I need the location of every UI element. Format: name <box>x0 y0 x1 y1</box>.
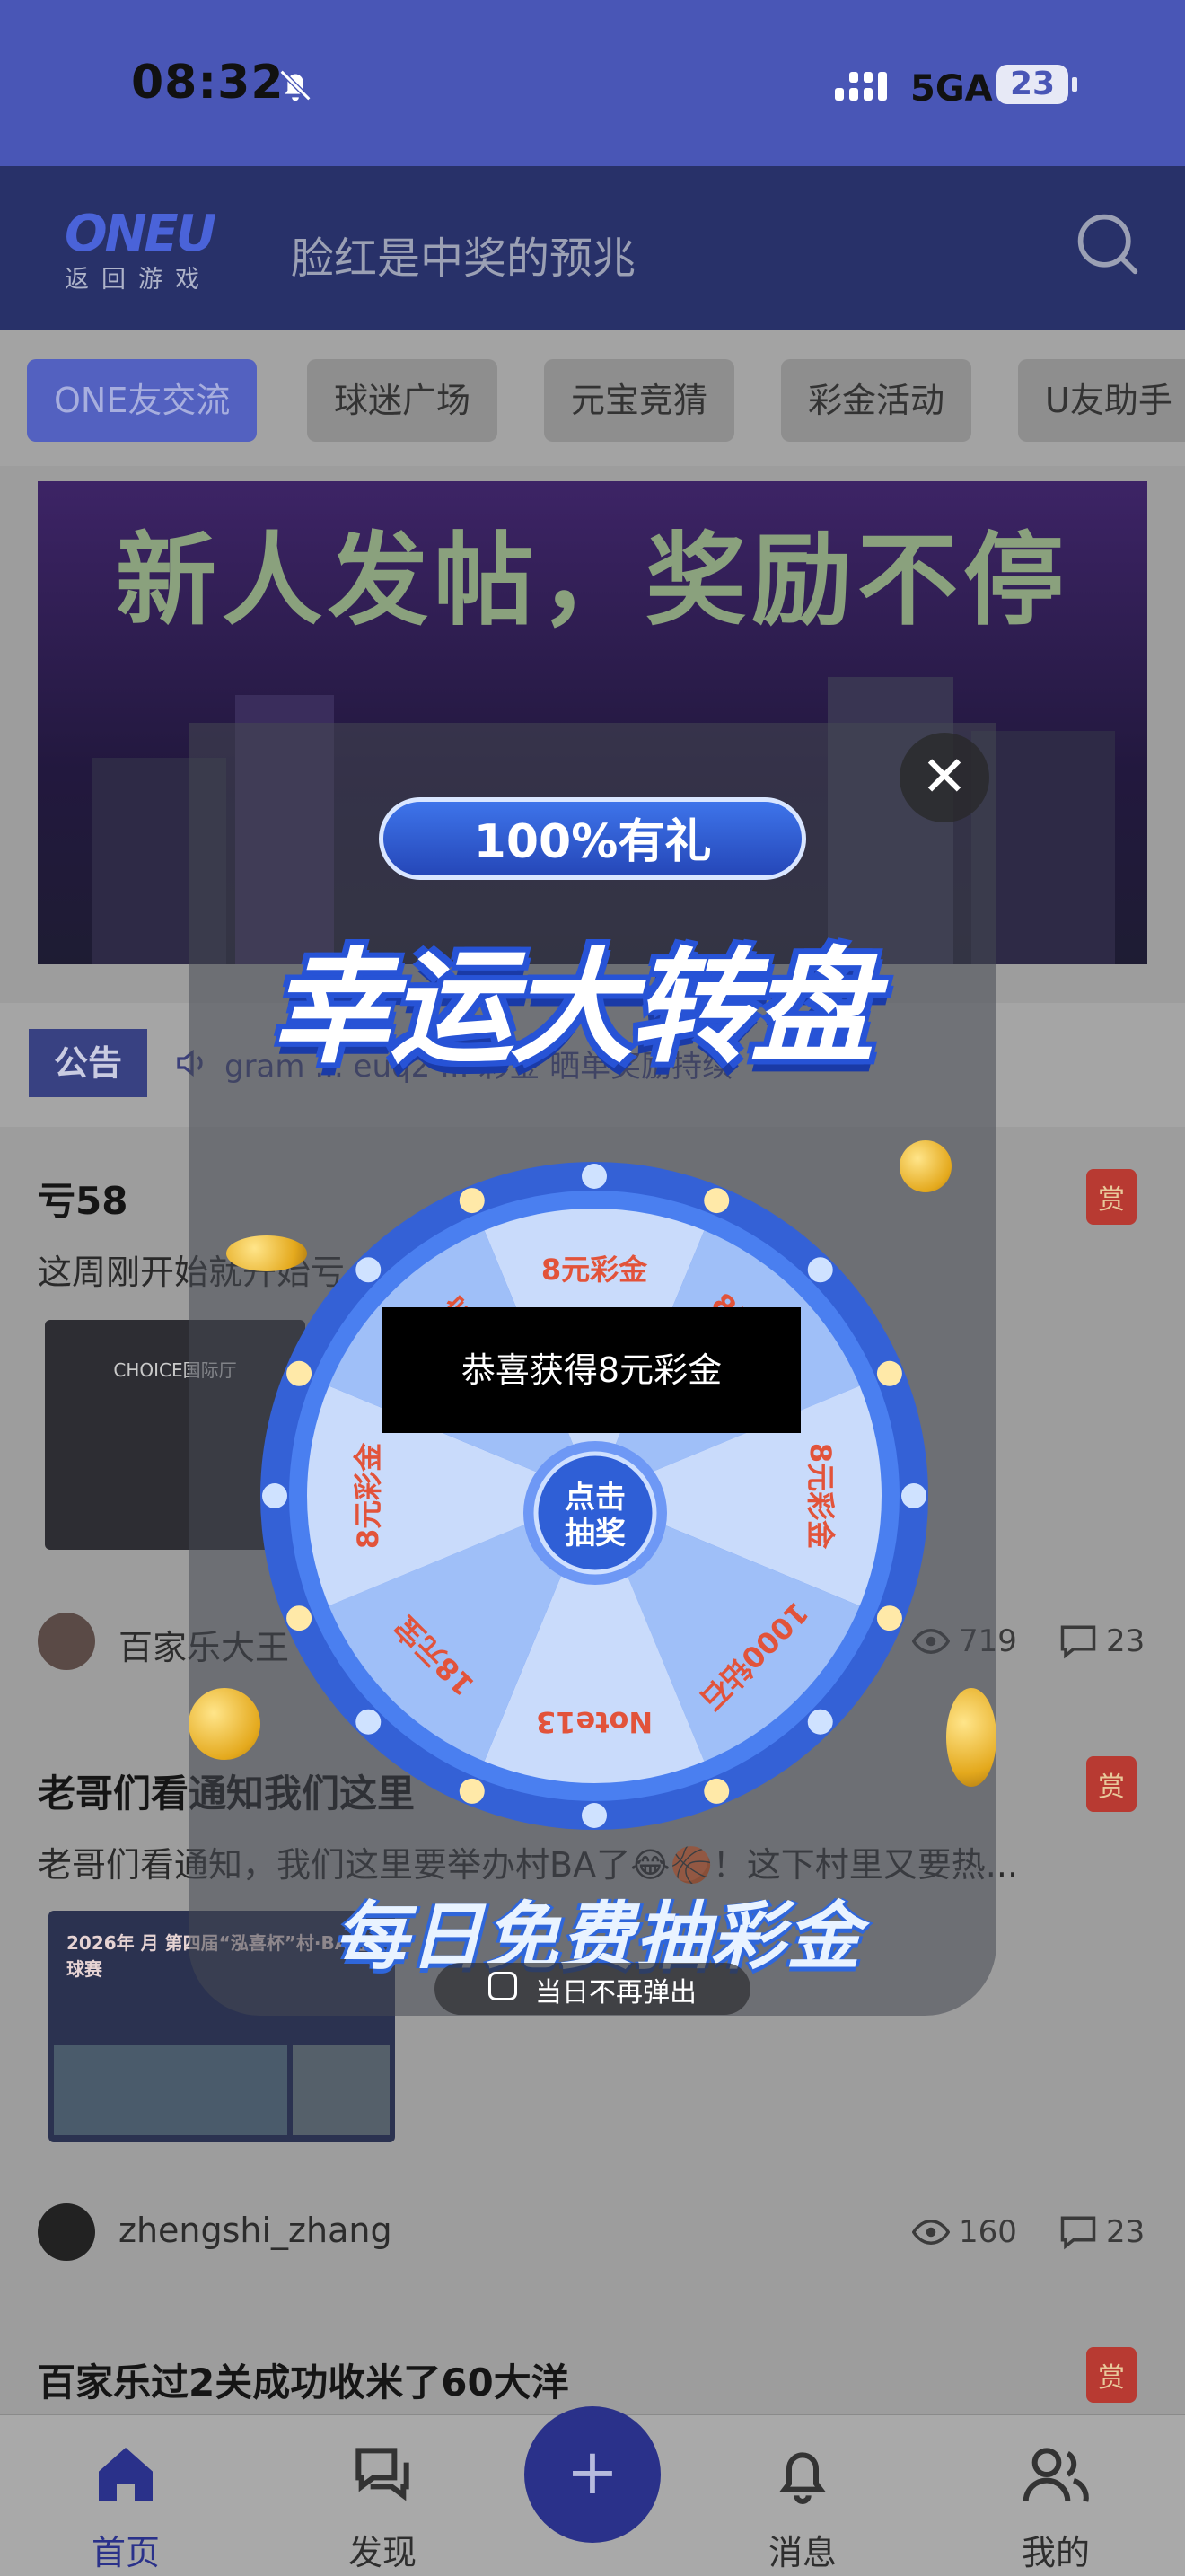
wheel-light <box>876 1360 902 1386</box>
muted-bell-icon <box>279 69 312 101</box>
home-icon[interactable] <box>90 2439 162 2510</box>
reward-badge: 赏 <box>1086 2347 1137 2403</box>
search-icon[interactable] <box>1074 210 1142 278</box>
reward-badge: 赏 <box>1086 1756 1137 1812</box>
wheel-light <box>704 1188 730 1214</box>
close-dialog-button[interactable]: ✕ <box>900 733 989 822</box>
no-popup-checkbox[interactable] <box>488 1972 517 2000</box>
banner-title: 新人发帖，奖励不停 <box>116 523 1069 639</box>
nav-discover[interactable]: 发现 <box>311 2525 454 2574</box>
network-label: 5GA <box>910 68 993 110</box>
spin-label-line: 点击 <box>565 1480 626 1516</box>
comment-icon <box>1060 1625 1096 1659</box>
wheel-light <box>286 1360 312 1386</box>
tab-u-helper[interactable]: U友助手 <box>1018 359 1185 442</box>
wheel-light <box>901 1483 926 1508</box>
notice-tag: 公告 <box>29 1029 147 1097</box>
nav-home[interactable]: 首页 <box>54 2525 198 2574</box>
no-popup-label: 当日不再弹出 <box>535 1977 697 2009</box>
post-author[interactable]: zhengshi_zhang <box>118 2211 392 2250</box>
chat-bubbles-icon[interactable] <box>347 2439 418 2510</box>
wheel-light <box>704 1778 730 1804</box>
battery-icon: 23 <box>996 65 1068 104</box>
bell-icon[interactable] <box>767 2439 838 2510</box>
wheel-light <box>807 1709 833 1735</box>
comment-count: 23 <box>1106 2214 1146 2250</box>
tab-yuanbao-guess[interactable]: 元宝竞猜 <box>544 359 735 442</box>
wheel-prize-label: 8元彩金 <box>351 1442 385 1549</box>
wheel-light <box>582 1164 607 1189</box>
thumbnail-photo <box>293 2045 390 2135</box>
tab-fan-square[interactable]: 球迷广场 <box>307 359 498 442</box>
view-count: 160 <box>959 2214 1017 2250</box>
wheel-light <box>807 1257 833 1283</box>
spin-label-line: 抽奖 <box>565 1516 626 1552</box>
wheel-light <box>459 1778 485 1804</box>
avatar[interactable] <box>38 1613 95 1670</box>
logo-return-game[interactable]: ONEU 返回游戏 <box>65 205 226 295</box>
gift-badge: 100%有礼 <box>379 797 806 880</box>
wheel-light <box>582 1803 607 1828</box>
thumbnail-photo <box>54 2045 287 2135</box>
eye-icon <box>912 2219 950 2246</box>
spin-button[interactable]: 点击 抽奖 <box>522 1440 668 1586</box>
battery-tip <box>1072 77 1077 92</box>
wheel-light <box>262 1483 287 1508</box>
coin-decoration <box>189 1688 260 1760</box>
avatar[interactable] <box>38 2203 95 2261</box>
post-title[interactable]: 亏58 <box>38 1171 127 1226</box>
tab-bonus-events[interactable]: 彩金活动 <box>781 359 972 442</box>
header-title: 脸红是中奖的预兆 <box>291 233 636 284</box>
users-icon[interactable] <box>1020 2439 1092 2510</box>
wheel-light <box>876 1605 902 1631</box>
logo-text: ONEU <box>65 205 216 263</box>
wheel-light <box>459 1188 485 1214</box>
comment-icon <box>1060 2216 1096 2250</box>
comment-count: 23 <box>1106 1623 1146 1659</box>
nav-profile[interactable]: 我的 <box>984 2525 1128 2574</box>
post-title[interactable]: 百家乐过2关成功收米了60大洋 <box>38 2352 569 2407</box>
nav-messages[interactable]: 消息 <box>731 2525 874 2574</box>
wheel-prize-label: 8元彩金 <box>803 1443 838 1550</box>
status-time: 08:32 <box>131 56 285 110</box>
wheel-prize-label: Note13 <box>536 1705 653 1739</box>
coin-decoration <box>946 1688 996 1787</box>
wheel-light <box>356 1257 382 1283</box>
wheel-prize-label: 8元彩金 <box>541 1253 648 1287</box>
create-post-button[interactable]: + <box>524 2406 661 2543</box>
wheel-title: 幸运大转盘 <box>269 936 874 1080</box>
tab-one-exchange[interactable]: ONE友交流 <box>27 359 258 442</box>
reward-badge: 赏 <box>1086 1169 1137 1225</box>
signal-icon <box>835 72 887 101</box>
win-toast: 恭喜获得8元彩金 <box>382 1307 801 1433</box>
wheel-light <box>286 1605 312 1631</box>
logo-subtitle: 返回游戏 <box>65 266 212 294</box>
wheel-light <box>356 1709 382 1735</box>
